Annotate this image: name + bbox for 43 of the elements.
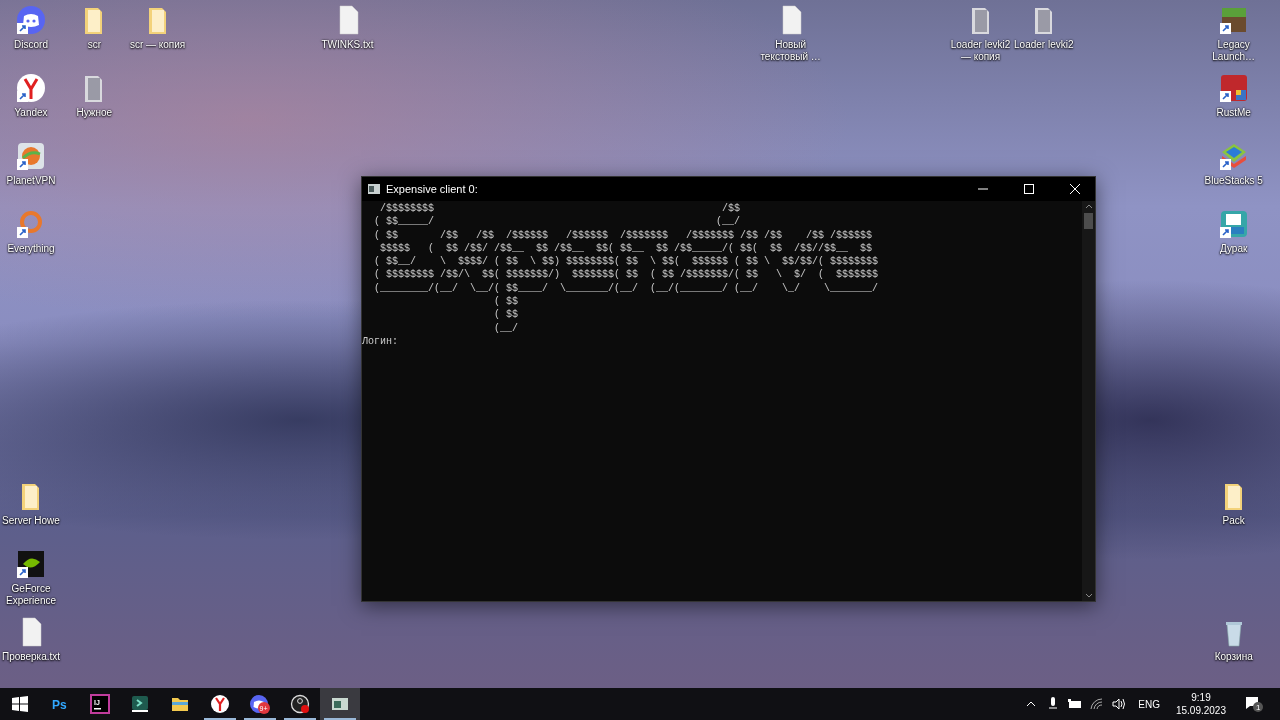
desktop-shortcut[interactable]: Дурак	[1200, 206, 1267, 257]
console-line: ( $$__/ \ $$$$/ ( $$ \ $$) $$$$$$$$( $$ \ $$( $$$$$$ ( $$ \ $$/$$/( $$$$$$$$	[373, 255, 880, 269]
console-line: /$$$$$$$$ /$$	[379, 202, 742, 216]
desktop-shortcut[interactable]: Everything	[0, 206, 64, 257]
console-line: ( $$	[493, 295, 520, 309]
desktop-shortcut[interactable]: BlueStacks 5	[1200, 138, 1267, 189]
windows-logo-icon	[12, 696, 28, 712]
desktop-shortcut[interactable]: RustMe	[1200, 70, 1267, 121]
clock[interactable]: 9:19 15.09.2023	[1167, 688, 1234, 720]
taskbar-app-button[interactable]: Ps	[40, 688, 80, 720]
app-icon: Ps	[50, 694, 70, 714]
desktop-shortcut[interactable]: Legacy Launch…	[1200, 2, 1267, 65]
close-icon	[1070, 184, 1080, 194]
desktop-shortcut[interactable]: Нужное	[61, 70, 128, 121]
desktop-shortcut[interactable]: GeForce Experience	[0, 546, 64, 609]
login-prompt: Логин:	[362, 334, 399, 349]
desktop-shortcut[interactable]: TWINKS.txt	[314, 2, 381, 53]
console-line: (__/	[493, 321, 520, 335]
desktop-shortcut[interactable]: Pack	[1200, 478, 1267, 529]
console-icon	[368, 184, 380, 194]
desktop-shortcut[interactable]: Yandex	[0, 70, 64, 121]
console-line: $$$$$ ( $$ /$$/ /$$__ $$ /$$__ $$( $$__ $$ /$$_____/( $$( $$ /$$//$$__ $$	[379, 241, 874, 256]
app-icon	[290, 694, 310, 714]
taskbar-app-button[interactable]	[320, 688, 360, 720]
app-icon	[210, 694, 230, 714]
desktop-shortcut[interactable]: PlanetVPN	[0, 138, 64, 189]
window-title: Expensive client 0:	[386, 183, 479, 195]
desktop-shortcut[interactable]: Проверка.txt	[0, 614, 64, 665]
desktop-shortcut[interactable]: Discord	[0, 2, 64, 53]
desktop-shortcut[interactable]: Корзина	[1200, 614, 1267, 665]
console-line: ( $$ /$$ /$$ /$$$$$$ /$$$$$$ /$$$$$$$ /$$$$$$$ /$$ /$$ /$$ /$$$$$$	[373, 228, 874, 242]
scrollbar[interactable]	[1082, 201, 1095, 601]
desktop-shortcut[interactable]: Новый текстовый …	[757, 2, 824, 65]
language-indicator[interactable]: ENG	[1130, 688, 1168, 720]
console-line: (________/(__/ \__/( $$____/ \_______/(__/ (__/(_______/ (__/ \_/ \_______/	[373, 281, 880, 296]
notification-button[interactable]: 1	[1234, 688, 1274, 720]
console-line: ( $$	[493, 308, 520, 322]
console-line: ( $$$$$$$$ /$$/\ $$( $$$$$$$/) $$$$$$$( $$ ( $$ /$$$$$$$/( $$ \ $/ ( $$$$$$$	[373, 268, 880, 282]
app-icon	[130, 694, 150, 714]
maximize-icon	[1024, 184, 1034, 194]
desktop-shortcut[interactable]: Server Howe	[0, 478, 64, 529]
console-line: ( $$_____/ (__/	[373, 215, 742, 229]
scrollbar-thumb[interactable]	[1084, 213, 1093, 229]
